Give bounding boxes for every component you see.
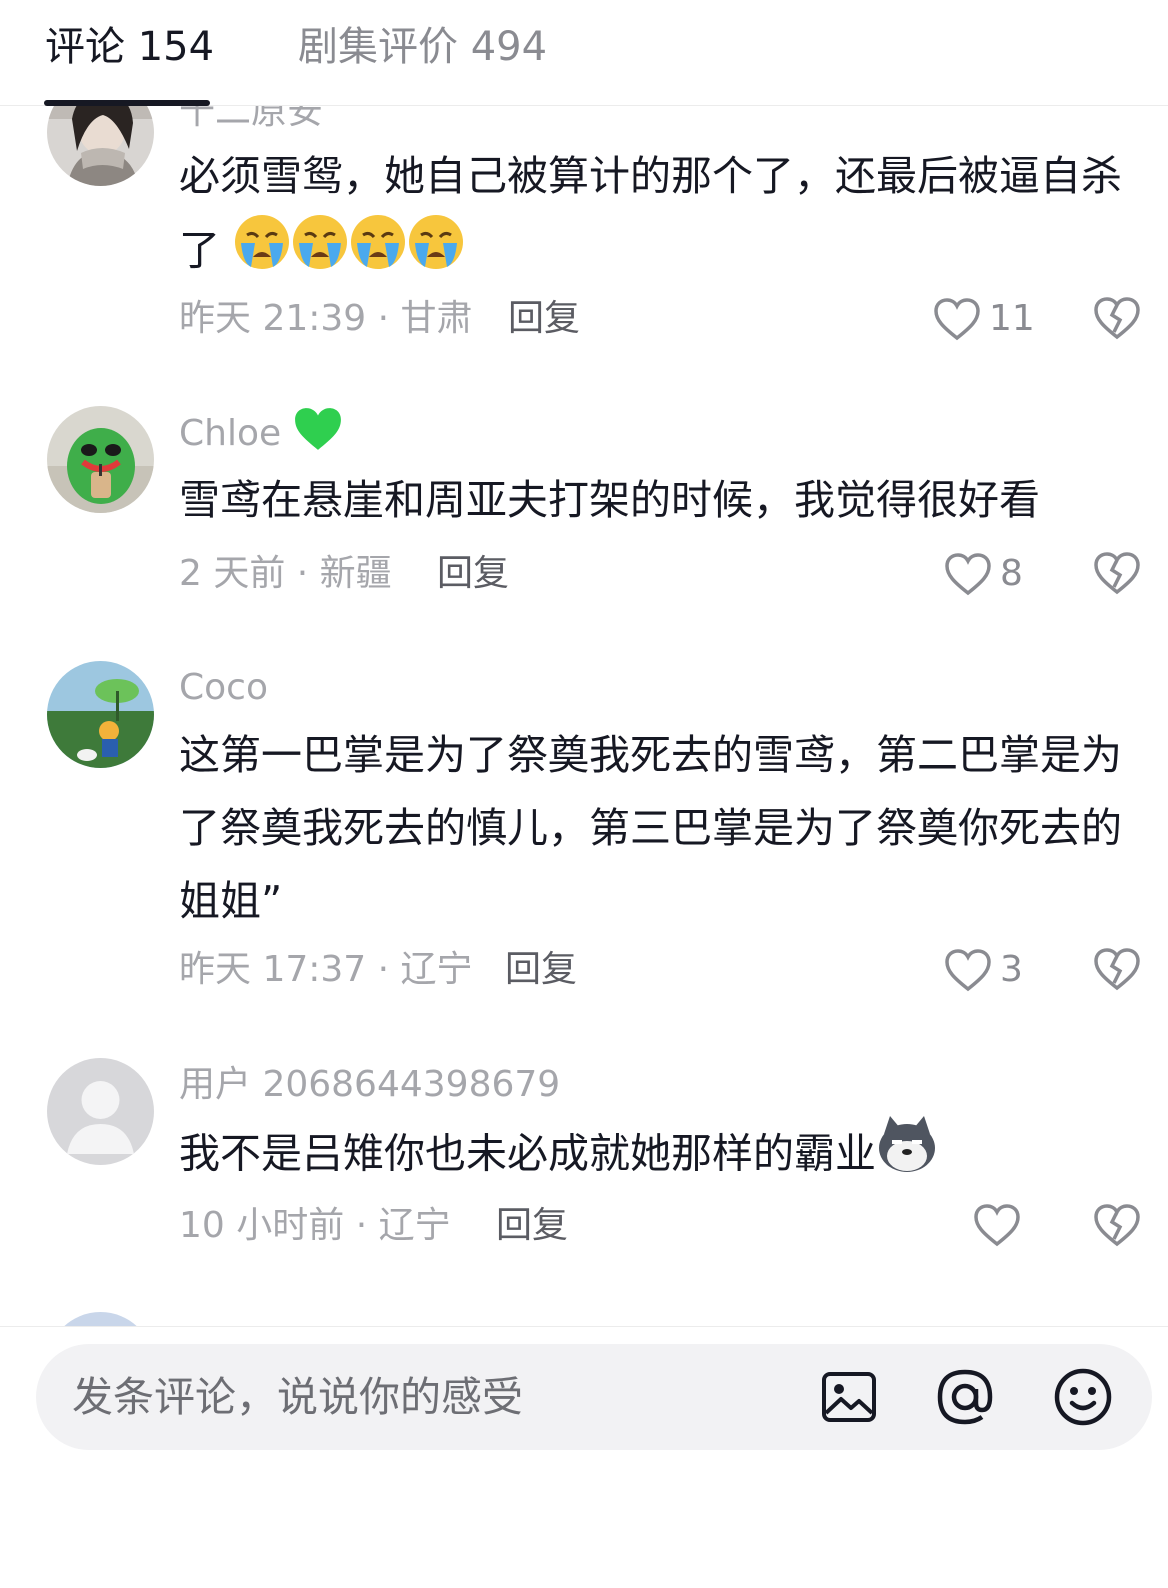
comment-text: 雪鸢在悬崖和周亚夫打架的时候，我觉得很好看 <box>179 476 1040 524</box>
dislike-button[interactable] <box>1093 947 1141 995</box>
image-icon[interactable] <box>818 1366 880 1428</box>
like-button[interactable] <box>973 1203 1029 1247</box>
comment-username[interactable]: Coco <box>179 665 268 711</box>
comment-time-location: 10 小时前 · 辽宁 <box>179 1205 451 1246</box>
tab-episode-reviews[interactable]: 剧集评价 494 <box>298 22 547 72</box>
avatar[interactable] <box>47 106 154 186</box>
comment-time-location: 昨天 17:37 · 辽宁 <box>179 949 473 990</box>
emoji-icon[interactable] <box>1052 1366 1114 1428</box>
broken-heart-icon <box>1094 948 1140 991</box>
comment-list[interactable]: 十二原安 必须雪鸳，她自己被算计的那个了，还最后被逼自杀了 昨天 21:39 ·… <box>0 106 1168 1326</box>
reply-button[interactable]: 回复 <box>508 296 580 342</box>
crying-emoji <box>349 213 407 294</box>
tab-comments[interactable]: 评论 154 <box>45 22 214 72</box>
comment-username[interactable]: Chloe <box>179 406 343 464</box>
husky-emoji <box>876 1116 938 1197</box>
avatar[interactable] <box>47 1312 154 1326</box>
like-button[interactable]: 8 <box>944 551 1023 597</box>
like-count: 11 <box>989 298 1035 339</box>
broken-heart-icon <box>1094 297 1140 340</box>
crying-emoji <box>407 213 465 294</box>
crying-emoji <box>291 213 349 294</box>
crying-emoji <box>233 213 291 294</box>
dislike-button[interactable] <box>1093 296 1141 344</box>
comment-username[interactable]: 十二原安 <box>179 106 323 132</box>
heart-icon <box>945 949 991 992</box>
heart-icon <box>934 298 980 341</box>
reply-button[interactable]: 回复 <box>505 947 577 993</box>
reply-button[interactable]: 回复 <box>496 1203 568 1249</box>
like-count: 3 <box>1000 949 1023 990</box>
comment-text: 这第一巴掌是为了祭奠我死去的雪鸢，第二巴掌是为了祭奠我死去的慎儿，第三巴掌是为了… <box>179 731 1122 925</box>
comment-composer-area: 发条评论，说说你的感受 <box>0 1326 1168 1588</box>
like-button[interactable]: 3 <box>944 947 1023 993</box>
avatar[interactable] <box>47 661 154 768</box>
broken-heart-icon <box>1094 1204 1140 1247</box>
avatar[interactable] <box>47 406 154 513</box>
comment-username[interactable]: 用户 2068644398679 <box>179 1062 560 1108</box>
comment-input-placeholder: 发条评论，说说你的感受 <box>72 1373 523 1421</box>
like-count: 8 <box>1000 553 1023 594</box>
avatar[interactable] <box>47 1058 154 1165</box>
dislike-button[interactable] <box>1093 551 1141 599</box>
comment-time-location: 昨天 21:39 · 甘肃 <box>179 298 473 339</box>
comment-tabs: 评论 154 剧集评价 494 <box>0 0 1168 106</box>
green-heart-emoji <box>293 406 343 464</box>
comment-username-text: Chloe <box>179 413 282 454</box>
heart-icon <box>945 553 991 596</box>
active-tab-indicator <box>44 100 210 106</box>
comment-text: 我不是吕雉你也未必成就她那样的霸业 <box>179 1116 1139 1197</box>
reply-button[interactable]: 回复 <box>437 551 509 597</box>
comment-time-location: 2 天前 · 新疆 <box>179 553 392 594</box>
comment-text: 必须雪鸳，她自己被算计的那个了，还最后被逼自杀了 <box>179 140 1139 294</box>
broken-heart-icon <box>1094 552 1140 595</box>
comment-input[interactable]: 发条评论，说说你的感受 <box>36 1344 1152 1450</box>
heart-icon <box>974 1204 1020 1247</box>
like-button[interactable]: 11 <box>933 296 1035 342</box>
dislike-button[interactable] <box>1093 1203 1141 1251</box>
comment-text-body: 我不是吕雉你也未必成就她那样的霸业 <box>179 1129 876 1178</box>
at-icon[interactable] <box>934 1366 996 1428</box>
